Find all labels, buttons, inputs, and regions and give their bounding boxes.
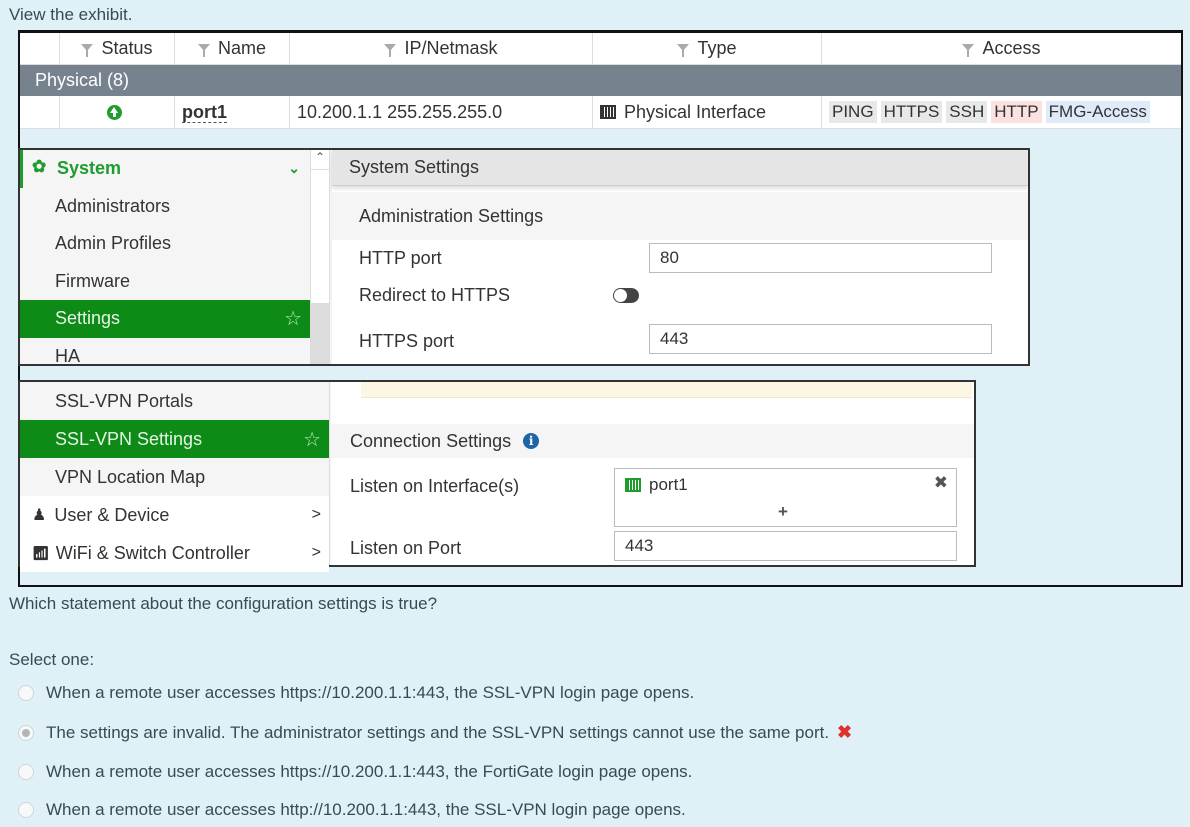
sidebar-item-ssl-vpn-portals[interactable]: SSL-VPN Portals — [20, 382, 329, 420]
access-badge-ping: PING — [829, 101, 877, 123]
chevron-right-icon: > — [311, 544, 321, 561]
scrollbar-thumb[interactable] — [311, 303, 329, 364]
sidebar-item-system[interactable]: System ⌄ — [20, 150, 310, 188]
access-badge-fmg: FMG-Access — [1045, 101, 1150, 123]
column-header-ip[interactable]: IP/Netmask — [290, 33, 593, 64]
gear-icon — [32, 157, 49, 177]
listen-port-input[interactable]: 443 — [614, 531, 957, 561]
remove-icon[interactable]: ✖ — [934, 473, 948, 493]
port-name-link[interactable]: port1 — [182, 102, 227, 123]
interfaces-table: Status Name IP/Netmask Type Access Physi… — [20, 33, 1181, 129]
sidebar-item-vpn-location-map[interactable]: VPN Location Map — [20, 458, 329, 496]
listen-port-label: Listen on Port — [350, 538, 462, 558]
radio-button[interactable] — [18, 764, 34, 780]
chevron-down-icon: ⌄ — [288, 160, 300, 177]
table-header: Status Name IP/Netmask Type Access — [20, 33, 1181, 65]
system-settings-content: System Settings Administration Settings … — [332, 150, 1028, 364]
answer-option-selected[interactable]: The settings are invalid. The administra… — [18, 722, 852, 743]
wifi-icon: 📶︎ — [32, 544, 50, 561]
sidebar-scrollbar[interactable]: ⌃ — [310, 150, 330, 364]
intro-text: View the exhibit. — [9, 5, 133, 24]
radio-button-checked[interactable] — [18, 724, 34, 741]
section-administration-settings: Administration Settings — [332, 192, 1028, 240]
https-port-input[interactable]: 443 — [649, 324, 992, 354]
table-row[interactable]: port1 10.200.1.1 255.255.255.0 Physical … — [20, 96, 1181, 129]
sidebar-nav: System ⌄ Administrators Admin Profiles F… — [20, 150, 310, 366]
filter-icon[interactable] — [962, 44, 975, 57]
status-cell — [60, 96, 175, 128]
column-header-select — [20, 33, 60, 64]
section-connection-settings: Connection Settings i — [331, 424, 974, 458]
star-icon[interactable]: ☆ — [303, 427, 321, 452]
physical-interface-icon — [625, 478, 641, 492]
column-header-type[interactable]: Type — [593, 33, 822, 64]
sidebar-item-ssl-vpn-settings[interactable]: SSL-VPN Settings ☆ — [20, 420, 329, 458]
listen-interface-label: Listen on Interface(s) — [350, 476, 520, 496]
column-header-name[interactable]: Name — [175, 33, 290, 64]
question-text: Which statement about the configuration … — [9, 594, 438, 613]
chevron-up-icon[interactable]: ⌃ — [311, 150, 329, 170]
answer-option[interactable]: When a remote user accesses https://10.2… — [18, 683, 694, 703]
filter-icon[interactable] — [197, 44, 210, 57]
ssl-vpn-settings-panel: SSL-VPN Portals SSL-VPN Settings ☆ VPN L… — [18, 380, 976, 572]
notice-strip — [361, 382, 972, 398]
chevron-right-icon: > — [311, 506, 321, 523]
filter-icon[interactable] — [81, 44, 94, 57]
answer-option[interactable]: When a remote user accesses https://10.2… — [18, 762, 692, 782]
sidebar-item-administrators[interactable]: Administrators — [20, 188, 310, 226]
column-header-access[interactable]: Access — [822, 33, 1181, 64]
group-row-physical[interactable]: Physical (8) — [20, 65, 1181, 96]
physical-interface-icon — [600, 105, 616, 119]
ip-cell: 10.200.1.1 255.255.255.0 — [290, 96, 593, 128]
column-header-status[interactable]: Status — [60, 33, 175, 64]
system-settings-panel: System ⌄ Administrators Admin Profiles F… — [18, 148, 1030, 366]
star-icon[interactable]: ☆ — [284, 306, 302, 331]
sidebar-item-ha[interactable]: HA — [20, 338, 310, 376]
http-port-label: HTTP port — [359, 248, 442, 268]
answer-option[interactable]: When a remote user accesses http://10.20… — [18, 800, 686, 820]
redirect-https-toggle[interactable] — [613, 288, 639, 303]
sidebar-item-wifi-switch[interactable]: 📶︎ WiFi & Switch Controller > — [20, 534, 329, 572]
sidebar-nav-vpn: SSL-VPN Portals SSL-VPN Settings ☆ VPN L… — [20, 382, 330, 572]
access-cell: PING HTTPS SSH HTTP FMG-Access — [822, 96, 1181, 128]
http-port-input[interactable]: 80 — [649, 243, 992, 273]
access-badge-https: HTTPS — [880, 101, 943, 123]
filter-icon[interactable] — [677, 44, 690, 57]
sidebar-item-user-device[interactable]: ♟ User & Device > — [20, 496, 329, 534]
status-up-icon — [107, 104, 122, 120]
redirect-https-label: Redirect to HTTPS — [359, 285, 511, 305]
https-port-label: HTTPS port — [359, 331, 455, 351]
ssl-vpn-content: Connection Settings i Listen on Interfac… — [331, 382, 974, 565]
access-badge-ssh: SSH — [946, 101, 988, 123]
sidebar-item-settings[interactable]: Settings ☆ — [20, 300, 310, 338]
name-cell: port1 — [175, 96, 290, 128]
info-icon[interactable]: i — [523, 433, 540, 449]
incorrect-icon: ✖ — [837, 722, 853, 742]
listen-interface-select[interactable]: port1 ✖ + — [614, 468, 957, 527]
sidebar-item-admin-profiles[interactable]: Admin Profiles — [20, 225, 310, 263]
add-icon[interactable]: + — [778, 502, 788, 522]
filter-icon[interactable] — [384, 44, 397, 57]
radio-button[interactable] — [18, 802, 34, 818]
type-cell: Physical Interface — [593, 96, 822, 128]
select-one-prompt: Select one: — [9, 650, 95, 669]
access-badge-http: HTTP — [991, 101, 1042, 123]
radio-button[interactable] — [18, 685, 34, 701]
page-title: System Settings — [332, 150, 1028, 186]
user-icon: ♟ — [32, 507, 47, 524]
sidebar-item-firmware[interactable]: Firmware — [20, 263, 310, 301]
